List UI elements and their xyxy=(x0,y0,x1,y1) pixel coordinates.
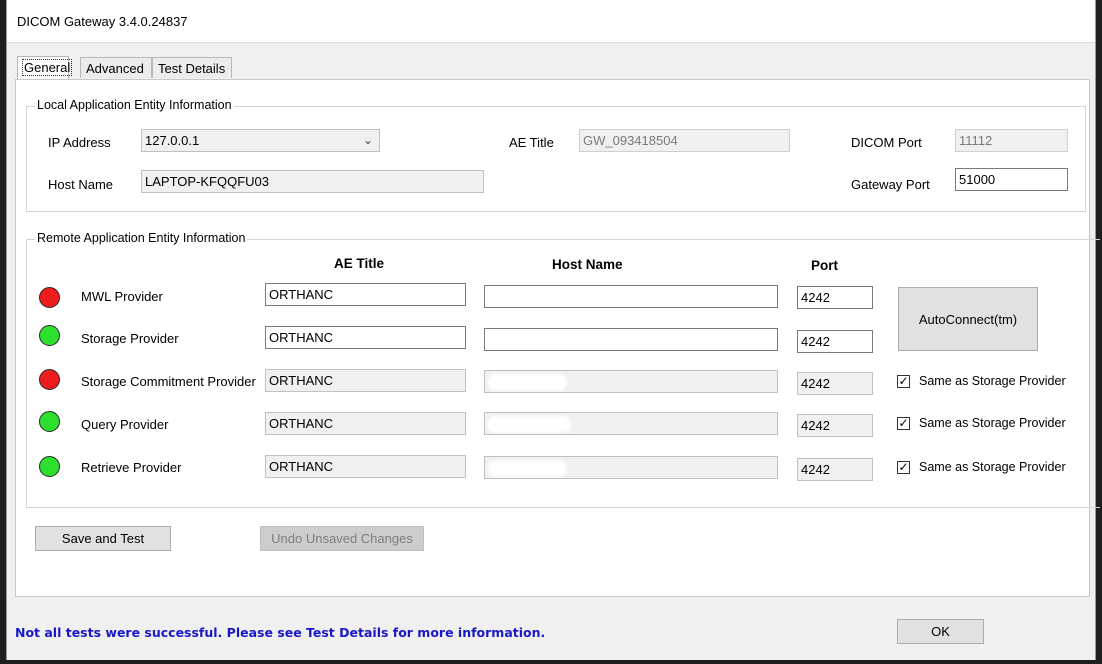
local-ae-group: Local Application Entity Information IP … xyxy=(26,98,1086,212)
dicom-port-field[interactable]: 11112 xyxy=(955,129,1068,152)
checkmark-icon: ✓ xyxy=(898,416,909,430)
storage-status-icon xyxy=(39,325,60,346)
storage-port-field[interactable]: 4242 xyxy=(797,330,873,353)
storage-provider-label: Storage Provider xyxy=(81,331,179,346)
query-status-icon xyxy=(39,411,60,432)
dicom-port-value: 11112 xyxy=(959,133,993,148)
query-port-field[interactable]: 4242 xyxy=(797,414,873,437)
retrieve-host-name-field[interactable] xyxy=(484,456,778,479)
redacted-mask xyxy=(487,332,575,349)
storage-commitment-ae-title-value: ORTHANC xyxy=(269,373,334,388)
redacted-mask xyxy=(487,374,567,391)
checkmark-icon: ✓ xyxy=(898,374,909,388)
gateway-port-label: Gateway Port xyxy=(851,177,930,192)
ip-address-label: IP Address xyxy=(48,135,111,150)
retrieve-provider-label: Retrieve Provider xyxy=(81,460,182,475)
storage-commitment-host-name-field[interactable] xyxy=(484,370,778,393)
storage-commitment-port-value: 4242 xyxy=(801,376,830,391)
storage-ae-title-value: ORTHANC xyxy=(269,330,334,345)
mwl-status-icon xyxy=(39,287,60,308)
redacted-mask xyxy=(487,460,567,477)
retrieve-port-value: 4242 xyxy=(801,462,830,477)
general-tab-panel: Local Application Entity Information IP … xyxy=(15,79,1100,597)
column-header-ae-title: AE Title xyxy=(334,256,385,271)
mwl-port-value: 4242 xyxy=(801,290,830,305)
storage-commitment-ae-title-field[interactable]: ORTHANC xyxy=(265,369,466,392)
mwl-provider-label: MWL Provider xyxy=(81,289,163,304)
local-host-name-field[interactable]: LAPTOP-KFQQFU03 xyxy=(141,170,484,193)
redacted-mask xyxy=(487,289,575,306)
dicom-gateway-window: DICOM Gateway 3.4.0.24837 General Advanc… xyxy=(6,0,1100,660)
storage-commitment-same-as-checkbox[interactable]: ✓ xyxy=(897,375,910,388)
remote-ae-group: Remote Application Entity Information AE… xyxy=(26,231,1100,508)
retrieve-port-field[interactable]: 4242 xyxy=(797,458,873,481)
tab-general[interactable]: General xyxy=(17,56,73,79)
column-header-port: Port xyxy=(811,258,838,273)
retrieve-ae-title-value: ORTHANC xyxy=(269,459,334,474)
storage-ae-title-field[interactable]: ORTHANC xyxy=(265,326,466,349)
checkmark-icon: ✓ xyxy=(898,460,909,474)
autoconnect-button[interactable]: AutoConnect(tm) xyxy=(898,287,1038,351)
window-title: DICOM Gateway 3.4.0.24837 xyxy=(17,14,188,29)
retrieve-same-as-checkbox[interactable]: ✓ xyxy=(897,461,910,474)
tab-test-details[interactable]: Test Details xyxy=(152,57,232,78)
chevron-down-icon: ⌄ xyxy=(362,133,373,147)
tab-test-details-label: Test Details xyxy=(158,61,226,76)
tab-advanced[interactable]: Advanced xyxy=(80,57,152,78)
retrieve-status-icon xyxy=(39,456,60,477)
ip-address-select[interactable]: 127.0.0.1 ⌄ xyxy=(141,129,380,152)
local-ae-group-title: Local Application Entity Information xyxy=(35,98,234,112)
title-bar: DICOM Gateway 3.4.0.24837 xyxy=(7,0,1095,43)
retrieve-same-as-label: Same as Storage Provider xyxy=(919,460,1066,474)
column-header-host-name: Host Name xyxy=(552,257,623,272)
storage-host-name-field[interactable] xyxy=(484,328,778,351)
query-ae-title-value: ORTHANC xyxy=(269,416,334,431)
ip-address-value: 127.0.0.1 xyxy=(145,133,200,148)
local-ae-title-field[interactable]: GW_093418504 xyxy=(579,129,790,152)
query-port-value: 4242 xyxy=(801,418,830,433)
mwl-ae-title-field[interactable]: ORTHANC xyxy=(265,283,466,306)
status-message: Not all tests were successful. Please se… xyxy=(15,625,546,640)
local-host-name-value: LAPTOP-KFQQFU03 xyxy=(145,174,270,189)
query-provider-label: Query Provider xyxy=(81,417,169,432)
storage-commitment-same-as-label: Same as Storage Provider xyxy=(919,374,1066,388)
query-ae-title-field[interactable]: ORTHANC xyxy=(265,412,466,435)
remote-ae-group-title: Remote Application Entity Information xyxy=(35,231,248,245)
undo-unsaved-changes-button[interactable]: Undo Unsaved Changes xyxy=(260,526,424,551)
host-name-label: Host Name xyxy=(48,177,114,192)
gateway-port-field[interactable]: 51000 xyxy=(955,168,1068,191)
dicom-port-label: DICOM Port xyxy=(851,135,922,150)
storage-port-value: 4242 xyxy=(801,334,830,349)
query-same-as-label: Same as Storage Provider xyxy=(919,416,1066,430)
storage-commitment-port-field[interactable]: 4242 xyxy=(797,372,873,395)
tab-general-label: General xyxy=(21,59,73,76)
tab-advanced-label: Advanced xyxy=(86,61,144,76)
storage-commitment-provider-label: Storage Commitment Provider xyxy=(81,374,256,389)
query-same-as-checkbox[interactable]: ✓ xyxy=(897,417,910,430)
save-and-test-button[interactable]: Save and Test xyxy=(35,526,171,551)
ok-button[interactable]: OK xyxy=(897,619,984,644)
redacted-mask xyxy=(487,416,571,433)
mwl-host-name-field[interactable] xyxy=(484,285,778,308)
gateway-port-value: 51000 xyxy=(959,172,996,187)
local-ae-title-label: AE Title xyxy=(509,135,554,150)
retrieve-ae-title-field[interactable]: ORTHANC xyxy=(265,455,466,478)
query-host-name-field[interactable] xyxy=(484,412,778,435)
storage-commitment-status-icon xyxy=(39,369,60,390)
mwl-ae-title-value: ORTHANC xyxy=(269,287,334,302)
mwl-port-field[interactable]: 4242 xyxy=(797,286,873,309)
local-ae-title-value: GW_093418504 xyxy=(583,133,678,148)
